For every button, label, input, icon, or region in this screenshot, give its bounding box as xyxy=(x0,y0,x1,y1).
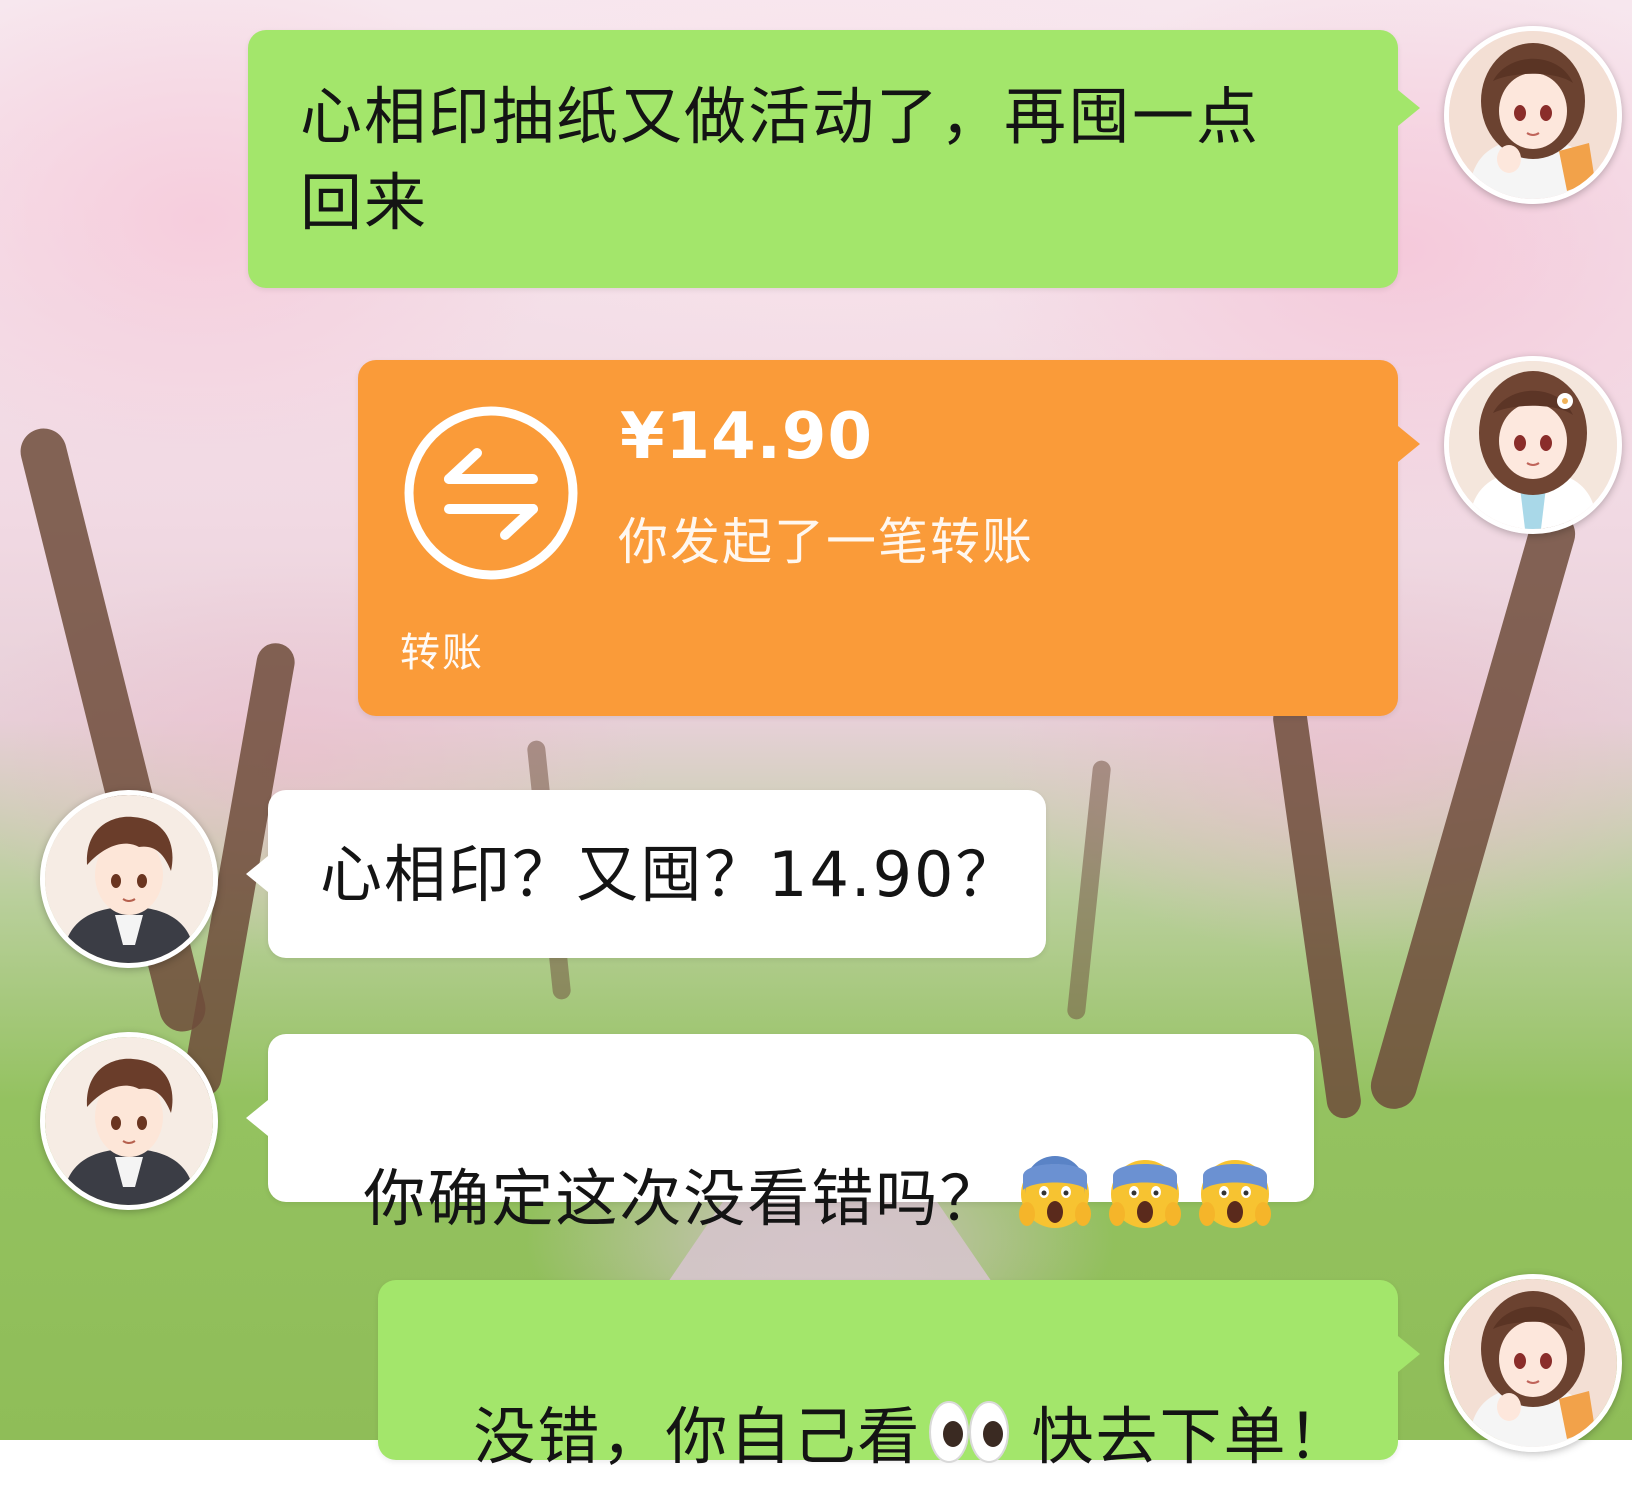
transfer-description: 你发起了一笔转账 xyxy=(618,513,1034,571)
message-text: 你确定这次没看错吗？ xyxy=(363,1162,1004,1236)
message-text-after: 快去下单！ xyxy=(1031,1400,1352,1474)
message-text-line: 心相印抽纸又做活动了，再囤一点 xyxy=(300,80,1261,153)
face-screaming-in-fear-icon xyxy=(1107,1156,1183,1250)
message-text-before: 没错，你自己看 xyxy=(473,1400,922,1474)
avatar-girl[interactable] xyxy=(1444,356,1622,534)
avatar-boy[interactable] xyxy=(40,790,218,968)
face-screaming-in-fear-icon xyxy=(1017,1156,1093,1250)
message-text-row: 你确定这次没看错吗？ xyxy=(320,1078,1273,1250)
bubble-tail xyxy=(1398,426,1420,462)
avatar-boy[interactable] xyxy=(40,1032,218,1210)
bubble-tail xyxy=(246,1100,268,1136)
bubble-tail xyxy=(1398,90,1420,126)
bubble-tail xyxy=(1398,1336,1420,1372)
eyes-icon xyxy=(927,1394,1011,1488)
avatar-girl[interactable] xyxy=(1444,1274,1622,1452)
bubble-tail xyxy=(246,856,268,892)
message-text-line: 回来 xyxy=(300,166,429,239)
message-bubble-sent[interactable] xyxy=(248,30,1398,288)
transfer-footer-label: 转账 xyxy=(400,630,484,676)
avatar-girl[interactable] xyxy=(1444,26,1622,204)
message-text-row: 没错，你自己看 快去下单！ xyxy=(430,1316,1351,1488)
transfer-arrows-icon xyxy=(403,405,579,581)
message-text: 心相印？又囤？14.90？ xyxy=(320,838,1020,911)
face-screaming-in-fear-icon xyxy=(1197,1156,1273,1250)
transfer-amount: ¥14.90 xyxy=(620,400,873,474)
